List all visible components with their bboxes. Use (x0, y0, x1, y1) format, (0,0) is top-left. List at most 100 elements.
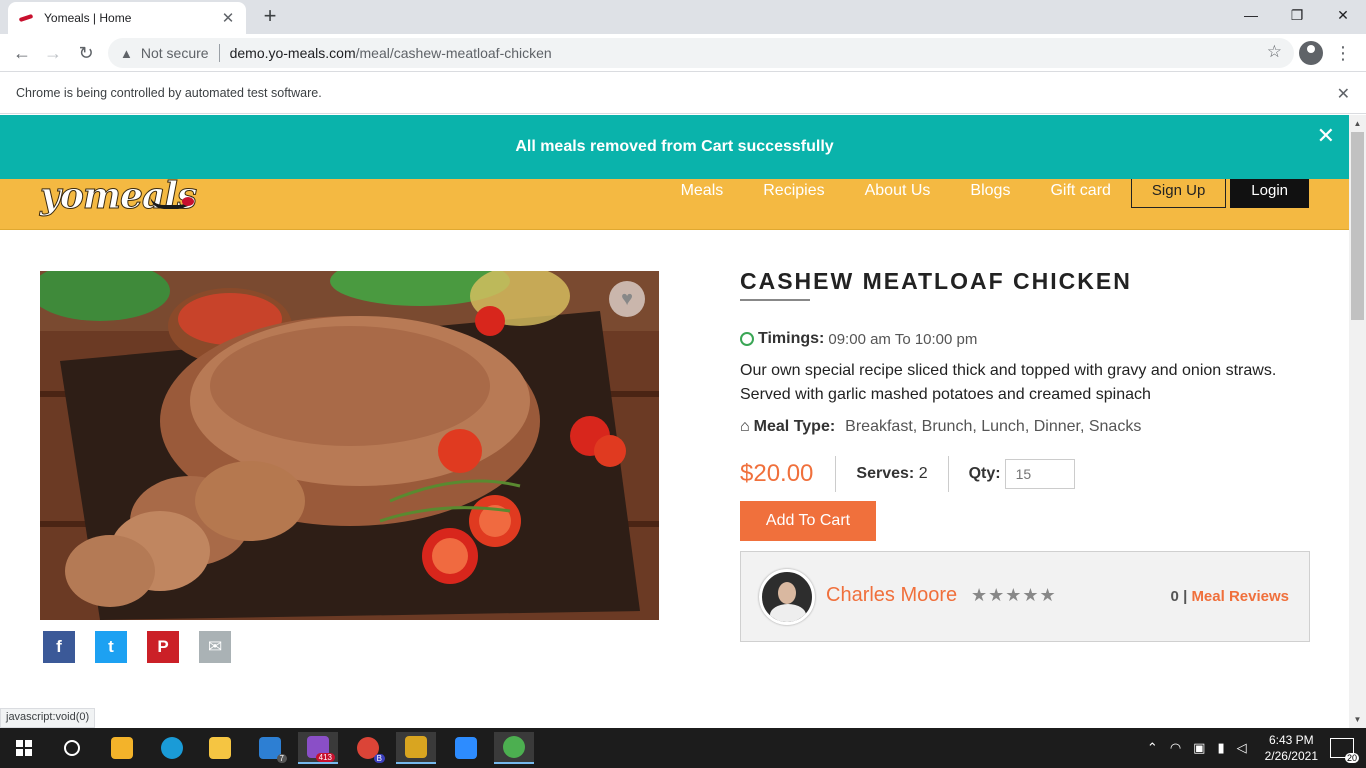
app-purple-icon[interactable]: 413 (298, 732, 338, 764)
review-separator: | (1183, 588, 1188, 605)
chef-name[interactable]: Charles Moore (826, 584, 957, 607)
close-window-button[interactable]: ✕ (1320, 0, 1366, 30)
device-icon[interactable]: ▣ (1193, 740, 1205, 756)
chrome-profile-icon[interactable]: B (348, 732, 388, 764)
security-label: Not secure (140, 45, 209, 61)
app-badge: 413 (315, 753, 335, 762)
pinterest-share-icon[interactable]: P (147, 631, 179, 663)
edge-icon[interactable] (152, 732, 192, 764)
meal-reviews-link[interactable]: Meal Reviews (1191, 588, 1289, 605)
facebook-share-icon[interactable]: f (43, 631, 75, 663)
zoom-icon[interactable] (446, 732, 486, 764)
success-toast: All meals removed from Cart successfully… (0, 115, 1349, 179)
chef-review-box: Charles Moore ★★★★★ 0 | Meal Reviews (740, 551, 1310, 642)
price-row: $20.00 Serves: 2 Qty: (740, 456, 1075, 492)
nav-about-us[interactable]: About Us (865, 182, 931, 200)
timings-row: Timings: 09:00 am To 10:00 pm (740, 330, 977, 348)
favorite-heart-icon[interactable]: ♥ (609, 281, 645, 317)
bookmark-star-icon[interactable]: ☆ (1267, 42, 1282, 62)
add-to-cart-button[interactable]: Add To Cart (740, 501, 876, 541)
timings-value: 09:00 am To 10:00 pm (828, 330, 978, 348)
infobar-close-icon[interactable]: ✕ (1337, 84, 1350, 104)
title-underline (740, 299, 810, 301)
review-summary: 0 | Meal Reviews (1171, 588, 1289, 605)
url-text: demo.yo-meals.com/meal/cashew-meatloaf-c… (230, 45, 552, 61)
url-path: /meal/cashew-meatloaf-chicken (355, 45, 552, 61)
qty-label: Qty: (968, 465, 1001, 482)
windows-taskbar: 7 413 B ⌃ ◠ ▣ ▮ ◁ 6:43 PM 2/26/2021 20 (0, 728, 1366, 768)
meal-type-row: ⌂ Meal Type: Breakfast, Brunch, Lunch, D… (740, 418, 1141, 436)
restore-button[interactable]: ❐ (1274, 0, 1320, 30)
serves-info: Serves: 2 (836, 456, 949, 492)
meal-price: $20.00 (740, 456, 837, 492)
profile-icon[interactable] (1299, 41, 1323, 65)
file-explorer-icon[interactable] (200, 732, 240, 764)
store-icon[interactable] (102, 732, 142, 764)
timings-label: Timings: (758, 330, 825, 347)
network-icon[interactable]: ◠ (1170, 740, 1181, 756)
infobar-text: Chrome is being controlled by automated … (16, 86, 322, 100)
page-scrollbar[interactable]: ▲ ▼ (1349, 115, 1366, 728)
chrome-icon[interactable] (494, 732, 534, 764)
toast-message: All meals removed from Cart successfully (515, 138, 834, 155)
toast-close-icon[interactable]: ✕ (1317, 123, 1335, 149)
minimize-button[interactable]: — (1228, 0, 1274, 30)
nav-gift-card[interactable]: Gift card (1050, 182, 1110, 200)
chef-avatar[interactable] (759, 569, 815, 625)
omnibox-divider (218, 44, 220, 62)
search-icon[interactable] (52, 732, 92, 764)
scroll-down-icon[interactable]: ▼ (1349, 711, 1366, 728)
browser-toolbar: ← → ↻ ▲ Not secure demo.yo-meals.com/mea… (0, 34, 1366, 72)
review-count: 0 (1170, 588, 1179, 605)
rating-stars: ★★★★★ (971, 585, 1057, 605)
nav-blogs[interactable]: Blogs (970, 182, 1010, 200)
notification-count: 20 (1344, 753, 1359, 763)
serves-value: 2 (918, 465, 928, 482)
windows-start-icon[interactable] (4, 732, 44, 764)
reload-button[interactable]: ↻ (73, 40, 99, 66)
serves-label: Serves: (856, 465, 915, 482)
nav-meals[interactable]: Meals (681, 182, 724, 200)
cloche-icon: ⌂ (740, 418, 750, 435)
chrome-menu-icon[interactable]: ⋮ (1334, 40, 1352, 66)
scrollbar-thumb[interactable] (1351, 132, 1364, 320)
microphone-icon[interactable]: ▮ (1217, 740, 1224, 756)
nav-recipies[interactable]: Recipies (763, 182, 824, 200)
mail-icon[interactable]: 7 (250, 732, 290, 764)
back-button[interactable]: ← (9, 40, 35, 66)
meatloaf-photo (40, 271, 659, 620)
twitter-share-icon[interactable]: t (95, 631, 127, 663)
forward-button[interactable]: → (40, 40, 66, 66)
notification-icon[interactable]: 20 (1330, 738, 1359, 763)
clock-time: 6:43 PM (1268, 733, 1314, 747)
automation-infobar: Chrome is being controlled by automated … (0, 73, 1366, 114)
url-host: demo.yo-meals.com (229, 45, 356, 61)
clock-icon (740, 332, 754, 346)
meal-title: CASHEW MEATLOAF CHICKEN (740, 268, 1132, 294)
taskbar-clock[interactable]: 6:43 PM 2/26/2021 (1265, 732, 1318, 764)
new-tab-button[interactable]: + (258, 4, 282, 28)
status-url-bubble: javascript:void(0) (0, 708, 96, 728)
tab-title: Yomeals | Home (44, 11, 132, 25)
scroll-up-icon[interactable]: ▲ (1349, 115, 1366, 132)
volume-icon[interactable]: ◁ (1237, 740, 1247, 756)
browser-tabstrip: Yomeals | Home ✕ + — ❐ ✕ (0, 0, 1366, 34)
tab-close-icon[interactable]: ✕ (220, 9, 236, 27)
chrome-b-badge: B (373, 754, 385, 763)
qty-input[interactable] (1004, 459, 1075, 489)
mail-badge: 7 (276, 754, 287, 763)
warning-icon: ▲ (120, 45, 133, 61)
page-viewport: yomeals Meals Recipies About Us Blogs Gi… (0, 115, 1349, 728)
meal-description: Our own special recipe sliced thick and … (740, 362, 1277, 403)
meal-type-value: Breakfast, Brunch, Lunch, Dinner, Snacks (845, 418, 1142, 435)
clock-date: 2/26/2021 (1264, 749, 1318, 763)
game-app-icon[interactable] (396, 732, 436, 764)
meal-type-label: Meal Type: (753, 418, 836, 435)
system-tray: ⌃ ◠ ▣ ▮ ◁ 6:43 PM 2/26/2021 20 (1141, 728, 1366, 768)
address-bar[interactable]: ▲ Not secure demo.yo-meals.com/meal/cash… (108, 38, 1294, 68)
meal-image: ♥ (40, 271, 659, 620)
chevron-up-icon[interactable]: ⌃ (1147, 740, 1158, 756)
qty-group: Qty: (949, 459, 1075, 489)
browser-tab[interactable]: Yomeals | Home ✕ (8, 2, 246, 34)
email-share-icon[interactable]: ✉ (199, 631, 231, 663)
